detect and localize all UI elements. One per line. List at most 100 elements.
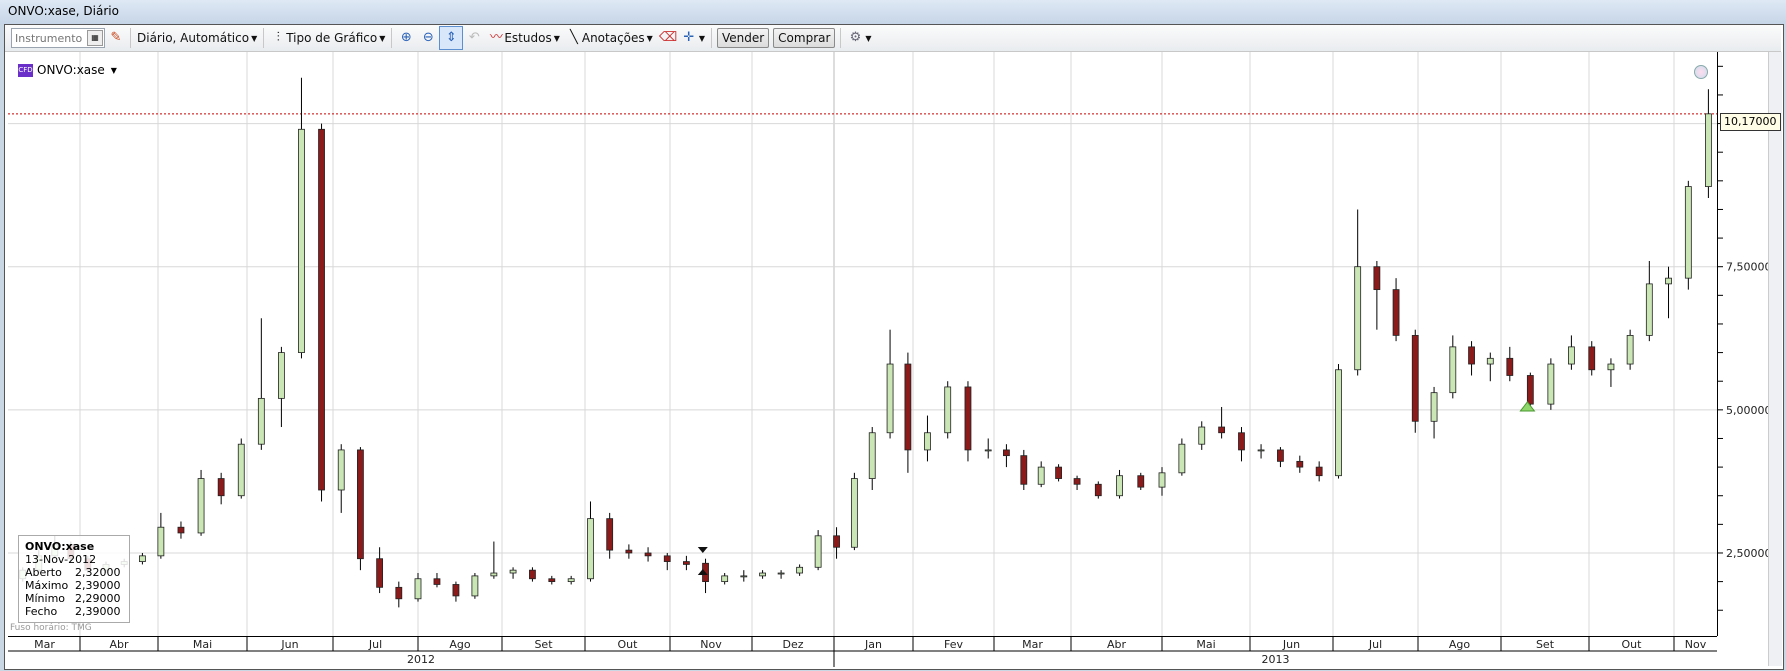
chart-type-label: Tipo de Gráfico bbox=[286, 31, 378, 45]
candle bbox=[1547, 358, 1555, 410]
settings-dropdown[interactable]: ⚙ ▼ bbox=[844, 27, 874, 49]
candle-body-up bbox=[277, 352, 285, 399]
candle bbox=[471, 573, 479, 599]
month-label: Dez bbox=[782, 638, 803, 651]
studies-dropdown[interactable]: 〰 Estudos ▼ bbox=[485, 27, 563, 49]
tooltip-row: Mínimo 2,29000 bbox=[19, 592, 129, 605]
candle-body-down bbox=[376, 558, 384, 588]
vertical-scrollbar[interactable] bbox=[1768, 52, 1782, 666]
candle-body-down bbox=[1411, 335, 1419, 422]
candle-body-down bbox=[433, 578, 441, 585]
line-tool-icon: ╲ bbox=[569, 30, 578, 45]
candle-body-down bbox=[217, 478, 225, 497]
timezone-label: Fuso horário: TMG bbox=[10, 623, 92, 633]
candle-body-down bbox=[1315, 466, 1323, 477]
candle-body-up bbox=[197, 478, 205, 534]
candle bbox=[1411, 329, 1419, 433]
zoom-in-button[interactable]: ⊕ bbox=[395, 27, 417, 49]
y-tick-label: 5,00000 bbox=[1726, 404, 1768, 417]
candle-body-down bbox=[1373, 266, 1381, 291]
zoom-out-button[interactable]: ⊖ bbox=[417, 27, 439, 49]
tooltip-symbol: ONVO:xase bbox=[25, 540, 95, 553]
candle-body-up bbox=[1354, 266, 1362, 371]
time-axis[interactable]: Mar Abr Mai Jun Jul Ago Set Out Nov Dez Jan Fev Mar A… bbox=[8, 636, 1717, 667]
candle bbox=[814, 530, 822, 571]
current-price-flag: 10,17000 bbox=[1720, 113, 1781, 131]
month-label: Set bbox=[1536, 638, 1555, 651]
candle-body-down bbox=[1218, 426, 1226, 434]
year-label: 2013 bbox=[1262, 653, 1290, 666]
candle-body-up bbox=[1116, 475, 1123, 497]
autoscale-button[interactable]: ⇕ bbox=[439, 26, 464, 50]
undo-icon: ↶ bbox=[468, 30, 480, 45]
candle-body-up bbox=[1705, 113, 1712, 187]
candle bbox=[850, 472, 858, 551]
candlestick-chart[interactable] bbox=[8, 52, 1717, 636]
candle-body-down bbox=[548, 578, 556, 583]
chart-type-dropdown[interactable]: ⫶ Tipo de Gráfico ▼ bbox=[267, 27, 388, 49]
studies-icon: 〰 bbox=[489, 30, 503, 45]
period-dropdown[interactable]: Diário, Automático ▼ bbox=[134, 27, 260, 49]
candle-body-up bbox=[868, 432, 876, 479]
candle-body-up bbox=[509, 569, 517, 574]
buy-button[interactable]: Comprar bbox=[773, 28, 836, 48]
candle-body-down bbox=[1506, 357, 1514, 376]
candlestick-icon: ⫶ bbox=[276, 30, 280, 45]
month-label: Abr bbox=[109, 638, 129, 651]
annotations-dropdown[interactable]: ╲ Anotações ▼ bbox=[563, 27, 656, 49]
plot-background bbox=[8, 52, 1717, 636]
candle bbox=[1055, 464, 1062, 482]
candle-body-up bbox=[1178, 443, 1186, 474]
month-label: Abr bbox=[1107, 638, 1127, 651]
candle bbox=[944, 381, 952, 439]
candle-body-up bbox=[984, 449, 992, 452]
eraser-button[interactable]: ⌫ bbox=[656, 27, 678, 49]
window-title: ONVO:xase, Diário bbox=[8, 4, 119, 18]
instrument-picker-icon[interactable]: ▦ bbox=[87, 30, 103, 46]
candle-body-down bbox=[833, 535, 840, 548]
candle-body-up bbox=[337, 449, 345, 491]
tooltip-label: Aberto bbox=[25, 566, 62, 579]
chevron-down-icon[interactable]: ▼ bbox=[111, 66, 117, 75]
candle bbox=[1020, 449, 1028, 490]
toolbar: ▦ ✎ Diário, Automático▼ ⫶ Tipo de Gráfico… bbox=[5, 25, 1781, 52]
tooltip-row: Fecho 2,39000 bbox=[19, 605, 129, 618]
autoscale-icon: ⇕ bbox=[445, 30, 457, 45]
candle-body-down bbox=[663, 555, 671, 562]
candle-body-down bbox=[1094, 483, 1102, 497]
candle-body-up bbox=[1568, 346, 1575, 365]
undo-button[interactable]: ↶ bbox=[463, 27, 485, 49]
candle-body-down bbox=[529, 569, 536, 580]
candle-body-down bbox=[964, 386, 972, 451]
instrument-legend[interactable]: CFD ONVO:xase ▼ bbox=[18, 63, 117, 77]
candle-body-down bbox=[1468, 346, 1475, 365]
crosshair-info-dropdown[interactable]: ✛ ▼ bbox=[678, 27, 708, 49]
month-label: Mai bbox=[193, 638, 212, 651]
instrument-input[interactable] bbox=[12, 29, 92, 47]
sell-button[interactable]: Vender bbox=[716, 28, 770, 48]
instrument-field[interactable]: ▦ bbox=[11, 28, 105, 48]
candle-body-up bbox=[924, 432, 931, 451]
candle-body-up bbox=[759, 572, 766, 577]
chart-style-button[interactable]: ✎ bbox=[105, 27, 127, 49]
candle-body-up bbox=[850, 478, 858, 548]
chevron-down-icon: ▼ bbox=[646, 33, 653, 43]
month-label: Nov bbox=[700, 638, 722, 651]
candle bbox=[1094, 481, 1102, 499]
clock-icon[interactable] bbox=[1694, 65, 1708, 79]
price-axis[interactable]: 2,50000 5,00000 7,50000 bbox=[1717, 52, 1772, 636]
candle-body-down bbox=[683, 561, 690, 565]
candle bbox=[964, 381, 972, 462]
candle-body-up bbox=[1547, 363, 1555, 405]
month-label: Ago bbox=[449, 638, 471, 651]
month-label: Mar bbox=[34, 638, 55, 651]
candle-body-down bbox=[452, 584, 460, 597]
candle-body-up bbox=[1626, 335, 1634, 365]
candle-body-up bbox=[1486, 357, 1494, 365]
month-label: Out bbox=[1622, 638, 1643, 651]
tooltip-value: 2,39000 bbox=[75, 605, 121, 618]
candle-body-up bbox=[138, 555, 146, 562]
month-label: Nov bbox=[1685, 638, 1707, 651]
candle bbox=[197, 469, 205, 536]
month-label: Jul bbox=[368, 638, 382, 651]
